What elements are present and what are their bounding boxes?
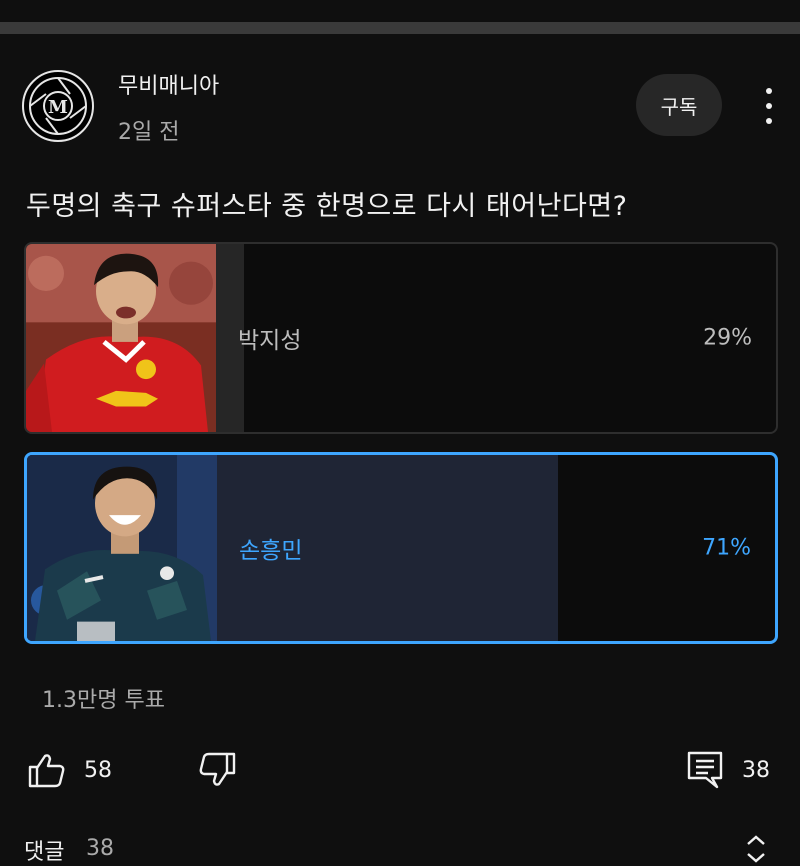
like-button[interactable]: 58 <box>26 750 112 790</box>
player-photo-son <box>27 455 217 641</box>
svg-text:M: M <box>48 97 68 118</box>
like-count: 58 <box>84 757 112 783</box>
thumb-down-icon <box>199 752 236 786</box>
poll-option-1[interactable]: 박지성 29% <box>24 242 778 434</box>
more-vert-icon[interactable] <box>757 88 781 124</box>
channel-name[interactable]: 무비매니아 <box>118 68 219 100</box>
poll-option-1-percent: 29% <box>703 325 752 351</box>
comment-button[interactable]: 38 <box>686 750 770 790</box>
comment-icon <box>687 751 723 789</box>
subscribe-button[interactable]: 구독 <box>636 74 722 136</box>
post-time: 2일 전 <box>118 120 180 145</box>
poll-option-2-percent: 71% <box>702 535 751 561</box>
comments-heading-count: 38 <box>86 836 114 861</box>
top-divider <box>0 22 800 34</box>
poll-option-2-label: 손흥민 <box>239 538 303 564</box>
comments-heading[interactable]: 댓글 <box>24 834 64 866</box>
poll-option-2[interactable]: 손흥민 71% <box>24 452 778 644</box>
vote-count: 1.3만명 투표 <box>42 688 165 713</box>
poll-question: 두명의 축구 슈퍼스타 중 한명으로 다시 태어난다면? <box>26 191 628 222</box>
poll-option-1-label: 박지성 <box>238 328 302 354</box>
dislike-button[interactable] <box>198 750 238 790</box>
expand-icon[interactable] <box>744 834 768 864</box>
comment-count: 38 <box>742 757 770 783</box>
channel-logo-icon: M <box>29 77 87 135</box>
player-photo-park <box>26 244 216 432</box>
channel-avatar[interactable]: M <box>22 70 94 142</box>
thumb-up-icon <box>28 754 65 788</box>
